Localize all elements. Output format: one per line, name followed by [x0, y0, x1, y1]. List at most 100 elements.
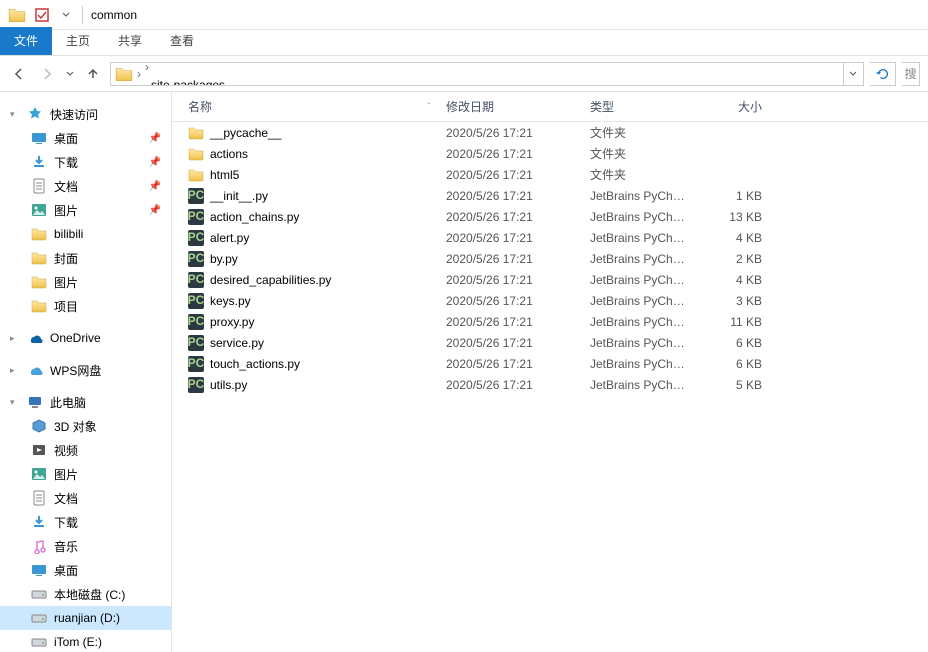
- file-type: JetBrains PyChar...: [582, 252, 698, 266]
- nav-history-dropdown[interactable]: [64, 63, 76, 85]
- file-row[interactable]: touch_actions.py2020/5/26 17:21JetBrains…: [172, 353, 928, 374]
- sidebar-onedrive[interactable]: ▸ OneDrive: [0, 326, 171, 350]
- sidebar-item[interactable]: 项目: [0, 294, 171, 318]
- pin-icon: 📌: [149, 157, 161, 168]
- file-row[interactable]: keys.py2020/5/26 17:21JetBrains PyChar..…: [172, 290, 928, 311]
- sidebar-this-pc[interactable]: ▾ 此电脑: [0, 390, 171, 414]
- qat-checkbox[interactable]: [31, 4, 53, 26]
- file-rows: __pycache__2020/5/26 17:21文件夹 actions 2020…: [172, 122, 928, 395]
- address-bar[interactable]: › 此电脑›ruanjian (D:)›python›Lib›site-pack…: [110, 62, 864, 86]
- navbar: › 此电脑›ruanjian (D:)›python›Lib›site-pack…: [0, 56, 928, 92]
- sidebar-item[interactable]: 桌面📌: [0, 126, 171, 150]
- sidebar-item[interactable]: 图片📌: [0, 198, 171, 222]
- sidebar-item[interactable]: 3D 对象: [0, 414, 171, 438]
- file-row[interactable]: html52020/5/26 17:21文件夹: [172, 164, 928, 185]
- file-row[interactable]: by.py2020/5/26 17:21JetBrains PyChar...2…: [172, 248, 928, 269]
- sidebar-item[interactable]: 图片: [0, 270, 171, 294]
- pycharm-file-icon: [188, 293, 204, 309]
- star-icon: [26, 106, 44, 122]
- sidebar-item-label: 音乐: [54, 538, 78, 555]
- column-size[interactable]: 大小: [698, 98, 770, 115]
- pic-icon: [30, 202, 48, 218]
- sidebar-item[interactable]: 本地磁盘 (C:): [0, 582, 171, 606]
- file-name: desired_capabilities.py: [210, 273, 331, 287]
- file-row[interactable]: alert.py2020/5/26 17:21JetBrains PyChar.…: [172, 227, 928, 248]
- file-row[interactable]: action_chains.py2020/5/26 17:21JetBrains…: [172, 206, 928, 227]
- file-type: JetBrains PyChar...: [582, 210, 698, 224]
- sidebar-wps[interactable]: ▸ WPS网盘: [0, 358, 171, 382]
- tab-view[interactable]: 查看: [156, 27, 208, 55]
- chevron-down-icon[interactable]: ▾: [10, 397, 20, 408]
- nav-forward-button[interactable]: [36, 63, 58, 85]
- file-row[interactable]: __pycache__2020/5/26 17:21文件夹: [172, 122, 928, 143]
- sidebar-item[interactable]: 桌面: [0, 558, 171, 582]
- column-name[interactable]: 名称 ˇ: [180, 98, 438, 115]
- file-type: 文件夹: [582, 124, 698, 141]
- sidebar-item[interactable]: iTom (E:): [0, 630, 171, 652]
- content-area: ▾ 快速访问 桌面📌下载📌文档📌图片📌bilibili封面图片项目 ▸ OneD…: [0, 92, 928, 652]
- file-name: by.py: [210, 252, 238, 266]
- file-date: 2020/5/26 17:21: [438, 210, 582, 224]
- sidebar-item[interactable]: 图片: [0, 462, 171, 486]
- sidebar-item[interactable]: 封面: [0, 246, 171, 270]
- address-dropdown[interactable]: [843, 63, 861, 85]
- file-size: 5 KB: [698, 378, 770, 392]
- file-type: JetBrains PyChar...: [582, 189, 698, 203]
- chevron-right-icon[interactable]: ›: [143, 62, 151, 74]
- ribbon: 文件 主页 共享 查看: [0, 30, 928, 56]
- music-icon: [30, 538, 48, 554]
- sidebar-item[interactable]: bilibili: [0, 222, 171, 246]
- nav-up-button[interactable]: [82, 63, 104, 85]
- column-type[interactable]: 类型: [582, 98, 698, 115]
- file-name: __init__.py: [210, 189, 268, 203]
- file-size: 11 KB: [698, 315, 770, 329]
- folder-icon: [30, 250, 48, 266]
- chevron-right-icon[interactable]: ▸: [10, 333, 20, 344]
- pycharm-file-icon: [188, 230, 204, 246]
- sidebar-item[interactable]: 下载📌: [0, 150, 171, 174]
- file-size: 4 KB: [698, 273, 770, 287]
- file-date: 2020/5/26 17:21: [438, 147, 582, 161]
- sidebar-item[interactable]: ruanjian (D:): [0, 606, 171, 630]
- file-row[interactable]: service.py2020/5/26 17:21JetBrains PyCha…: [172, 332, 928, 353]
- file-size: 4 KB: [698, 231, 770, 245]
- file-type: JetBrains PyChar...: [582, 294, 698, 308]
- sidebar-quick-access[interactable]: ▾ 快速访问: [0, 102, 171, 126]
- tab-share[interactable]: 共享: [104, 27, 156, 55]
- file-name: actions: [210, 147, 248, 161]
- pin-icon: 📌: [149, 181, 161, 192]
- column-date[interactable]: 修改日期: [438, 98, 582, 115]
- file-row[interactable]: desired_capabilities.py2020/5/26 17:21Je…: [172, 269, 928, 290]
- file-row[interactable]: proxy.py 2020/5/26 17:21JetBrains PyChar.…: [172, 311, 928, 332]
- file-type: JetBrains PyChar...: [582, 315, 698, 329]
- sidebar-item[interactable]: 文档📌: [0, 174, 171, 198]
- file-name: html5: [210, 168, 239, 182]
- breadcrumb-item[interactable]: site-packages: [143, 74, 231, 86]
- file-date: 2020/5/26 17:21: [438, 315, 582, 329]
- search-box[interactable]: 搜: [902, 62, 920, 86]
- nav-back-button[interactable]: [8, 63, 30, 85]
- folder-icon: [30, 298, 48, 314]
- file-row[interactable]: actions 2020/5/26 17:21文件夹: [172, 143, 928, 164]
- sidebar-item[interactable]: 文档: [0, 486, 171, 510]
- window-title: common: [91, 8, 137, 22]
- chevron-right-icon[interactable]: ▸: [10, 365, 20, 376]
- refresh-button[interactable]: [870, 62, 896, 86]
- tab-home[interactable]: 主页: [52, 27, 104, 55]
- sidebar-item[interactable]: 视频: [0, 438, 171, 462]
- file-date: 2020/5/26 17:21: [438, 231, 582, 245]
- sidebar-item[interactable]: 音乐: [0, 534, 171, 558]
- sidebar-item-label: 项目: [54, 298, 78, 315]
- sidebar-item[interactable]: 下载: [0, 510, 171, 534]
- sidebar-label: OneDrive: [50, 331, 101, 345]
- file-type: 文件夹: [582, 145, 698, 162]
- tab-file[interactable]: 文件: [0, 27, 52, 55]
- chevron-right-icon[interactable]: ›: [135, 67, 143, 81]
- file-row[interactable]: __init__.py2020/5/26 17:21JetBrains PyCh…: [172, 185, 928, 206]
- chevron-down-icon[interactable]: ▾: [10, 109, 20, 120]
- qat-dropdown[interactable]: [55, 4, 77, 26]
- file-row[interactable]: utils.py2020/5/26 17:21JetBrains PyChar.…: [172, 374, 928, 395]
- sidebar-label: 快速访问: [50, 106, 98, 123]
- file-name: proxy.py: [210, 315, 254, 329]
- file-date: 2020/5/26 17:21: [438, 273, 582, 287]
